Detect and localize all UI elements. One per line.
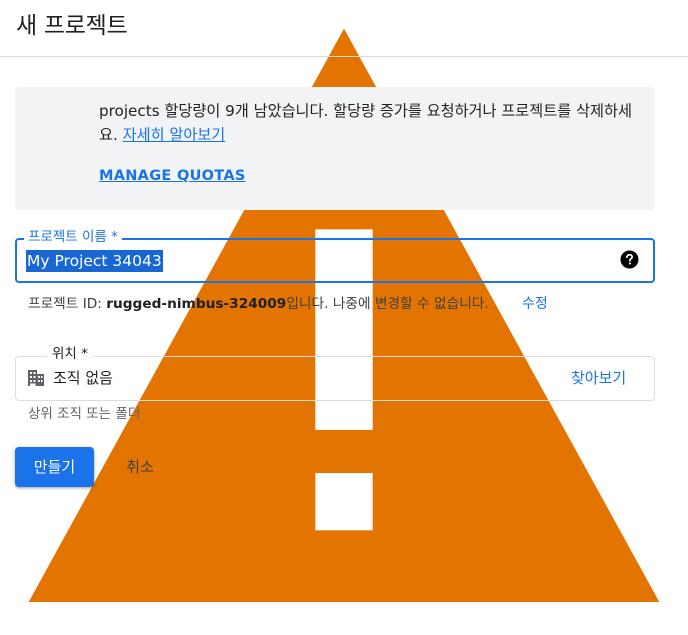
cancel-button[interactable]: 취소: [108, 447, 172, 487]
project-name-input[interactable]: My Project 34043: [26, 250, 163, 272]
create-button[interactable]: 만들기: [15, 447, 94, 487]
manage-quotas-link[interactable]: MANAGE QUOTAS: [99, 168, 246, 184]
building-icon: [28, 370, 44, 386]
learn-more-link[interactable]: 자세히 알아보기: [123, 126, 226, 144]
location-value: 조직 없음: [53, 369, 113, 387]
browse-location-button[interactable]: 찾아보기: [571, 368, 626, 388]
project-id-suffix: 입니다. 나중에 변경할 수 없습니다.: [286, 296, 489, 312]
help-circle-icon[interactable]: [620, 250, 639, 269]
project-id-prefix: 프로젝트 ID:: [28, 296, 107, 312]
project-id-text: 프로젝트 ID: rugged-nimbus-324009입니다. 나중에 변경…: [28, 294, 489, 314]
page-title: 새 프로젝트: [16, 13, 128, 39]
location-label: 위치 *: [47, 345, 93, 363]
project-name-label: 프로젝트 이름 *: [24, 228, 122, 246]
location-hint: 상위 조직 또는 폴더: [28, 406, 141, 422]
page-header: 새 프로젝트: [0, 0, 688, 57]
project-id-value: rugged-nimbus-324009: [106, 296, 287, 312]
quota-notice-text: projects 할당량이 9개 남았습니다. 할당량 증가를 요청하거나 프로…: [99, 99, 639, 147]
edit-project-id-button[interactable]: 수정: [522, 294, 548, 314]
